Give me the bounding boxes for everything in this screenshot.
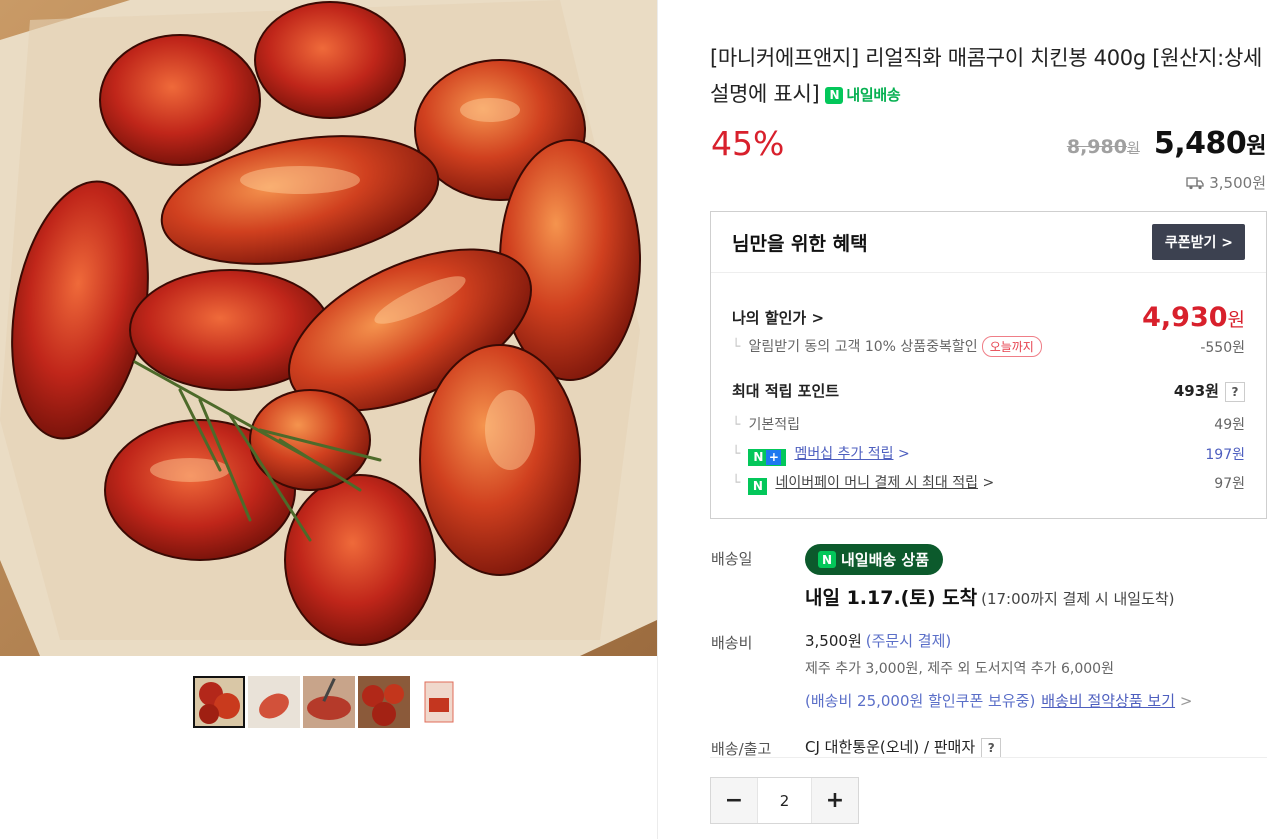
tomorrow-delivery-badge: N 내일배송 상품 xyxy=(805,544,944,575)
notify-discount-value: -550원 xyxy=(1200,339,1245,356)
delivery-date-label: 배송일 xyxy=(711,550,753,568)
chevron-right-icon: > xyxy=(982,475,995,491)
shipping-fee-summary: 3,500원 xyxy=(1186,172,1266,193)
tomorrow-delivery-tag: N 내일배송 xyxy=(825,77,901,113)
my-price-number: 4,930 xyxy=(1142,302,1228,333)
thumbnail-strip xyxy=(193,676,465,728)
courier-value: CJ 대한통운(오네) / 판매자 xyxy=(805,738,976,756)
max-points-row: 최대 적립 포인트 493원? xyxy=(732,380,1245,402)
max-points-label: 최대 적립 포인트 xyxy=(732,382,840,401)
extra-shipping-fee: 제주 추가 3,000원, 제주 외 도서지역 추가 6,000원 xyxy=(805,661,1114,677)
thumbnail-1[interactable] xyxy=(193,676,245,728)
notify-discount-row: └ 알림받기 동의 고객 10% 상품중복할인 오늘까지 -550원 xyxy=(732,336,1245,357)
shipping-fee-value: 3,500원 xyxy=(805,632,862,650)
product-title-text: [마니커에프앤지] 리얼직화 매콤구이 치킨봉 400g [원산지:상세설명에 … xyxy=(710,46,1263,106)
npay-points: └ N 네이버페이 머니 결제 시 최대 적립 > xyxy=(732,472,994,495)
tomorrow-delivery-badge-text: 내일배송 상품 xyxy=(841,551,930,569)
membership-link[interactable]: 멤버십 추가 적립 xyxy=(794,446,893,462)
membership-points-row: └ N + 멤버십 추가 적립 > 197원 xyxy=(732,443,1245,466)
branch-mark: └ xyxy=(732,339,741,355)
section-divider xyxy=(710,757,1267,758)
branch-mark: └ xyxy=(732,446,741,462)
today-only-badge: 오늘까지 xyxy=(981,336,1042,357)
sale-price-unit: 원 xyxy=(1246,134,1266,159)
branch-mark: └ xyxy=(732,417,741,433)
price-row: 8,980원 5,480원 xyxy=(1067,126,1267,161)
help-icon[interactable]: ? xyxy=(1225,381,1245,402)
shipping-coupon-text: (배송비 25,000원 할인쿠폰 보유중) xyxy=(805,692,1036,710)
benefit-box: 님만을 위한 혜택 쿠폰받기 > 나의 할인가 > 4,930원 └ 알림받기 동… xyxy=(710,211,1267,519)
max-points-value: 493원 xyxy=(1173,382,1219,400)
my-price-value: 4,930원 xyxy=(1142,302,1245,333)
basic-points-row: └ 기본적립 49원 xyxy=(732,414,1245,434)
max-points: 493원? xyxy=(1174,380,1245,402)
column-divider xyxy=(657,0,658,839)
npay-points-value: 97원 xyxy=(1214,476,1245,493)
thumbnail-5[interactable] xyxy=(413,676,465,728)
get-coupon-button[interactable]: 쿠폰받기 > xyxy=(1151,224,1245,260)
npay-link[interactable]: 네이버페이 머니 결제 시 최대 적립 xyxy=(775,475,978,491)
shipping-coupon-note: (배송비 25,000원 할인쿠폰 보유중) 배송비 절약상품 보기 > xyxy=(805,690,1192,711)
help-icon[interactable]: ? xyxy=(981,737,1002,758)
notify-discount-label: 알림받기 동의 고객 10% 상품중복할인 xyxy=(748,339,978,355)
thumbnail-2[interactable] xyxy=(248,676,300,728)
my-price-label[interactable]: 나의 할인가 > xyxy=(732,307,824,328)
benefit-header: 님만을 위한 혜택 쿠폰받기 > xyxy=(711,212,1266,273)
product-main-image xyxy=(0,0,657,656)
shipping-saving-link[interactable]: 배송비 절약상품 보기 xyxy=(1041,692,1175,710)
courier-label: 배송/출고 xyxy=(711,740,772,758)
product-title: [마니커에프앤지] 리얼직화 매콤구이 치킨봉 400g [원산지:상세설명에 … xyxy=(710,40,1270,113)
membership-points-value: 197원 xyxy=(1205,447,1245,464)
quantity-decrease-button[interactable]: − xyxy=(711,778,757,823)
arrival-text: 내일 1.17.(토) 도착 xyxy=(805,587,978,609)
basic-points-label: 기본적립 xyxy=(748,417,800,433)
quantity-input[interactable] xyxy=(757,778,812,823)
my-price-unit: 원 xyxy=(1227,309,1245,331)
courier-info: CJ 대한통운(오네) / 판매자? xyxy=(805,736,1002,758)
npay-icon: N xyxy=(748,477,768,495)
quantity-increase-button[interactable]: + xyxy=(812,778,858,823)
shipping-fee-label: 배송비 xyxy=(711,634,753,652)
shipping-fee-payment: (주문시 결제) xyxy=(865,632,952,650)
thumbnail-3[interactable] xyxy=(303,676,355,728)
original-price-value: 8,980 xyxy=(1066,136,1127,158)
basic-points-value: 49원 xyxy=(1214,417,1245,433)
thumbnail-4[interactable] xyxy=(358,676,410,728)
tomorrow-delivery-text: 내일배송 xyxy=(846,86,901,104)
shipping-fee: 3,500원 (주문시 결제) xyxy=(805,630,951,651)
truck-icon xyxy=(1186,176,1204,189)
n-plus-icon: N + xyxy=(748,448,787,466)
notify-discount: └ 알림받기 동의 고객 10% 상품중복할인 오늘까지 xyxy=(732,336,1042,357)
chevron-right-icon: > xyxy=(1179,692,1193,710)
membership-points: └ N + 멤버십 추가 적립 > xyxy=(732,443,910,466)
sale-price-value: 5,480 xyxy=(1153,126,1247,161)
benefit-title: 님만을 위한 혜택 xyxy=(732,232,868,255)
n-delivery-icon: N xyxy=(825,86,844,104)
arrival-info: 내일 1.17.(토) 도착 (17:00까지 결제 시 내일도착) xyxy=(805,583,1175,610)
my-price-row: 나의 할인가 > 4,930원 xyxy=(732,302,1245,333)
arrival-note: (17:00까지 결제 시 내일도착) xyxy=(981,590,1175,608)
branch-mark: └ xyxy=(732,475,741,491)
discount-rate: 45% xyxy=(711,124,785,163)
original-price-unit: 원 xyxy=(1126,141,1140,157)
chevron-right-icon: > xyxy=(897,446,910,462)
npay-points-row: └ N 네이버페이 머니 결제 시 최대 적립 > 97원 xyxy=(732,472,1245,495)
quantity-stepper: − + xyxy=(710,777,859,824)
sale-price: 5,480원 xyxy=(1153,126,1267,161)
chicken-wings-illustration xyxy=(0,0,657,656)
shipping-fee-text: 3,500원 xyxy=(1209,174,1266,192)
basic-points: └ 기본적립 xyxy=(732,414,800,434)
n-delivery-icon: N xyxy=(818,551,836,568)
original-price: 8,980원 xyxy=(1067,136,1140,158)
